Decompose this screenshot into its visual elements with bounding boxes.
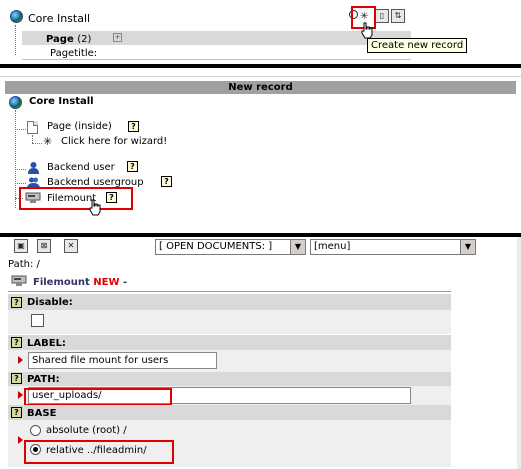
tree-line <box>32 143 42 144</box>
hand-cursor-icon <box>89 199 101 216</box>
help-icon[interactable]: ? <box>11 297 22 308</box>
new-record-panel: New record Core Install Page (inside) ? … <box>0 77 521 233</box>
page-label[interactable]: Page (2) <box>46 34 91 45</box>
label-field-label: LABEL: <box>27 338 66 349</box>
help-icon[interactable]: ? <box>11 407 22 418</box>
record-status: NEW <box>93 277 120 288</box>
scrollbar-edge <box>517 237 521 469</box>
help-icon[interactable]: ? <box>161 176 172 187</box>
new-record-header: New record <box>5 81 516 94</box>
wizard-link[interactable]: Click here for wizard! <box>61 136 167 147</box>
required-marker <box>18 356 23 364</box>
disable-checkbox[interactable] <box>31 314 44 327</box>
backend-user-icon <box>28 162 39 174</box>
help-icon[interactable]: ? <box>11 337 22 348</box>
page-icon <box>27 121 38 134</box>
record-title: Filemount NEW - <box>33 277 127 288</box>
disable-checkbox-bg <box>8 310 451 334</box>
close-icon[interactable]: ✕ <box>64 239 78 253</box>
base-option-absolute[interactable]: absolute (root) / <box>46 425 127 436</box>
tree-line <box>15 169 26 170</box>
required-marker <box>18 436 23 444</box>
tree-line <box>15 25 16 55</box>
backend-user-link[interactable]: Backend user <box>47 162 115 173</box>
label-section: ? LABEL: Shared file mount for users <box>8 335 451 372</box>
page-label-text: Page <box>46 34 74 45</box>
chevron-down-icon: ▼ <box>290 240 305 254</box>
tree-line <box>15 183 26 184</box>
record-suffix: - <box>122 277 128 288</box>
pagetitle-label: Pagetitle: <box>50 48 98 59</box>
globe-icon <box>10 10 23 23</box>
menu-value: [menu] <box>314 241 351 252</box>
path-field-label: PATH: <box>27 374 60 385</box>
page-icon[interactable]: ▯ <box>375 9 389 23</box>
record-title-underline <box>8 291 451 292</box>
page-count: (2) <box>77 34 92 45</box>
new-record-header-text: New record <box>228 82 293 93</box>
root-label[interactable]: Core Install <box>28 12 90 25</box>
open-documents-select[interactable]: [ OPEN DOCUMENTS: ] ▼ <box>155 239 306 255</box>
hand-cursor-icon <box>361 22 373 39</box>
expand-icon[interactable]: + <box>113 33 122 42</box>
base-radio-absolute[interactable] <box>30 425 41 436</box>
save-close-icon[interactable]: ⊠ <box>37 239 51 253</box>
globe-icon <box>9 96 22 109</box>
panel-separator-light <box>0 68 521 77</box>
tooltip: Create new record <box>367 38 468 53</box>
page-tree-panel: Core Install ✳ ▯ ⇅ Page (2) + Pagetitle:… <box>0 0 521 64</box>
tree-line <box>32 135 33 143</box>
required-marker <box>18 391 23 399</box>
page-inside-link[interactable]: Page (inside) <box>47 121 112 132</box>
label-input[interactable]: Shared file mount for users <box>28 352 217 369</box>
highlight-relative <box>24 440 174 464</box>
record-type: Filemount <box>33 277 90 288</box>
path-label: Path: / <box>8 259 40 270</box>
disable-label: Disable: <box>27 297 73 308</box>
menu-select[interactable]: [menu] ▼ <box>310 239 476 255</box>
move-icon[interactable]: ⇅ <box>391 9 405 23</box>
help-icon[interactable]: ? <box>11 373 22 384</box>
tree-line <box>15 129 26 130</box>
edit-panel: ▣ ⊠ ✕ [ OPEN DOCUMENTS: ] ▼ [menu] ▼ Pat… <box>0 237 521 469</box>
help-icon[interactable]: ? <box>128 121 139 132</box>
label-input-value: Shared file mount for users <box>32 355 169 366</box>
base-field-label: BASE <box>27 408 57 419</box>
pagetitle-separator <box>22 59 411 60</box>
disable-section: ? Disable: <box>8 294 451 334</box>
help-icon[interactable]: ? <box>127 161 138 172</box>
tree-line <box>15 110 16 208</box>
highlight-path <box>24 388 172 406</box>
wizard-icon: ✳ <box>43 135 53 148</box>
chevron-down-icon: ▼ <box>460 240 475 254</box>
tooltip-text: Create new record <box>371 40 464 51</box>
root-label: Core Install <box>29 96 94 107</box>
highlight-filemount <box>19 187 133 210</box>
open-documents-value: [ OPEN DOCUMENTS: ] <box>159 241 273 252</box>
filemount-icon <box>11 275 27 286</box>
save-icon[interactable]: ▣ <box>14 239 28 253</box>
